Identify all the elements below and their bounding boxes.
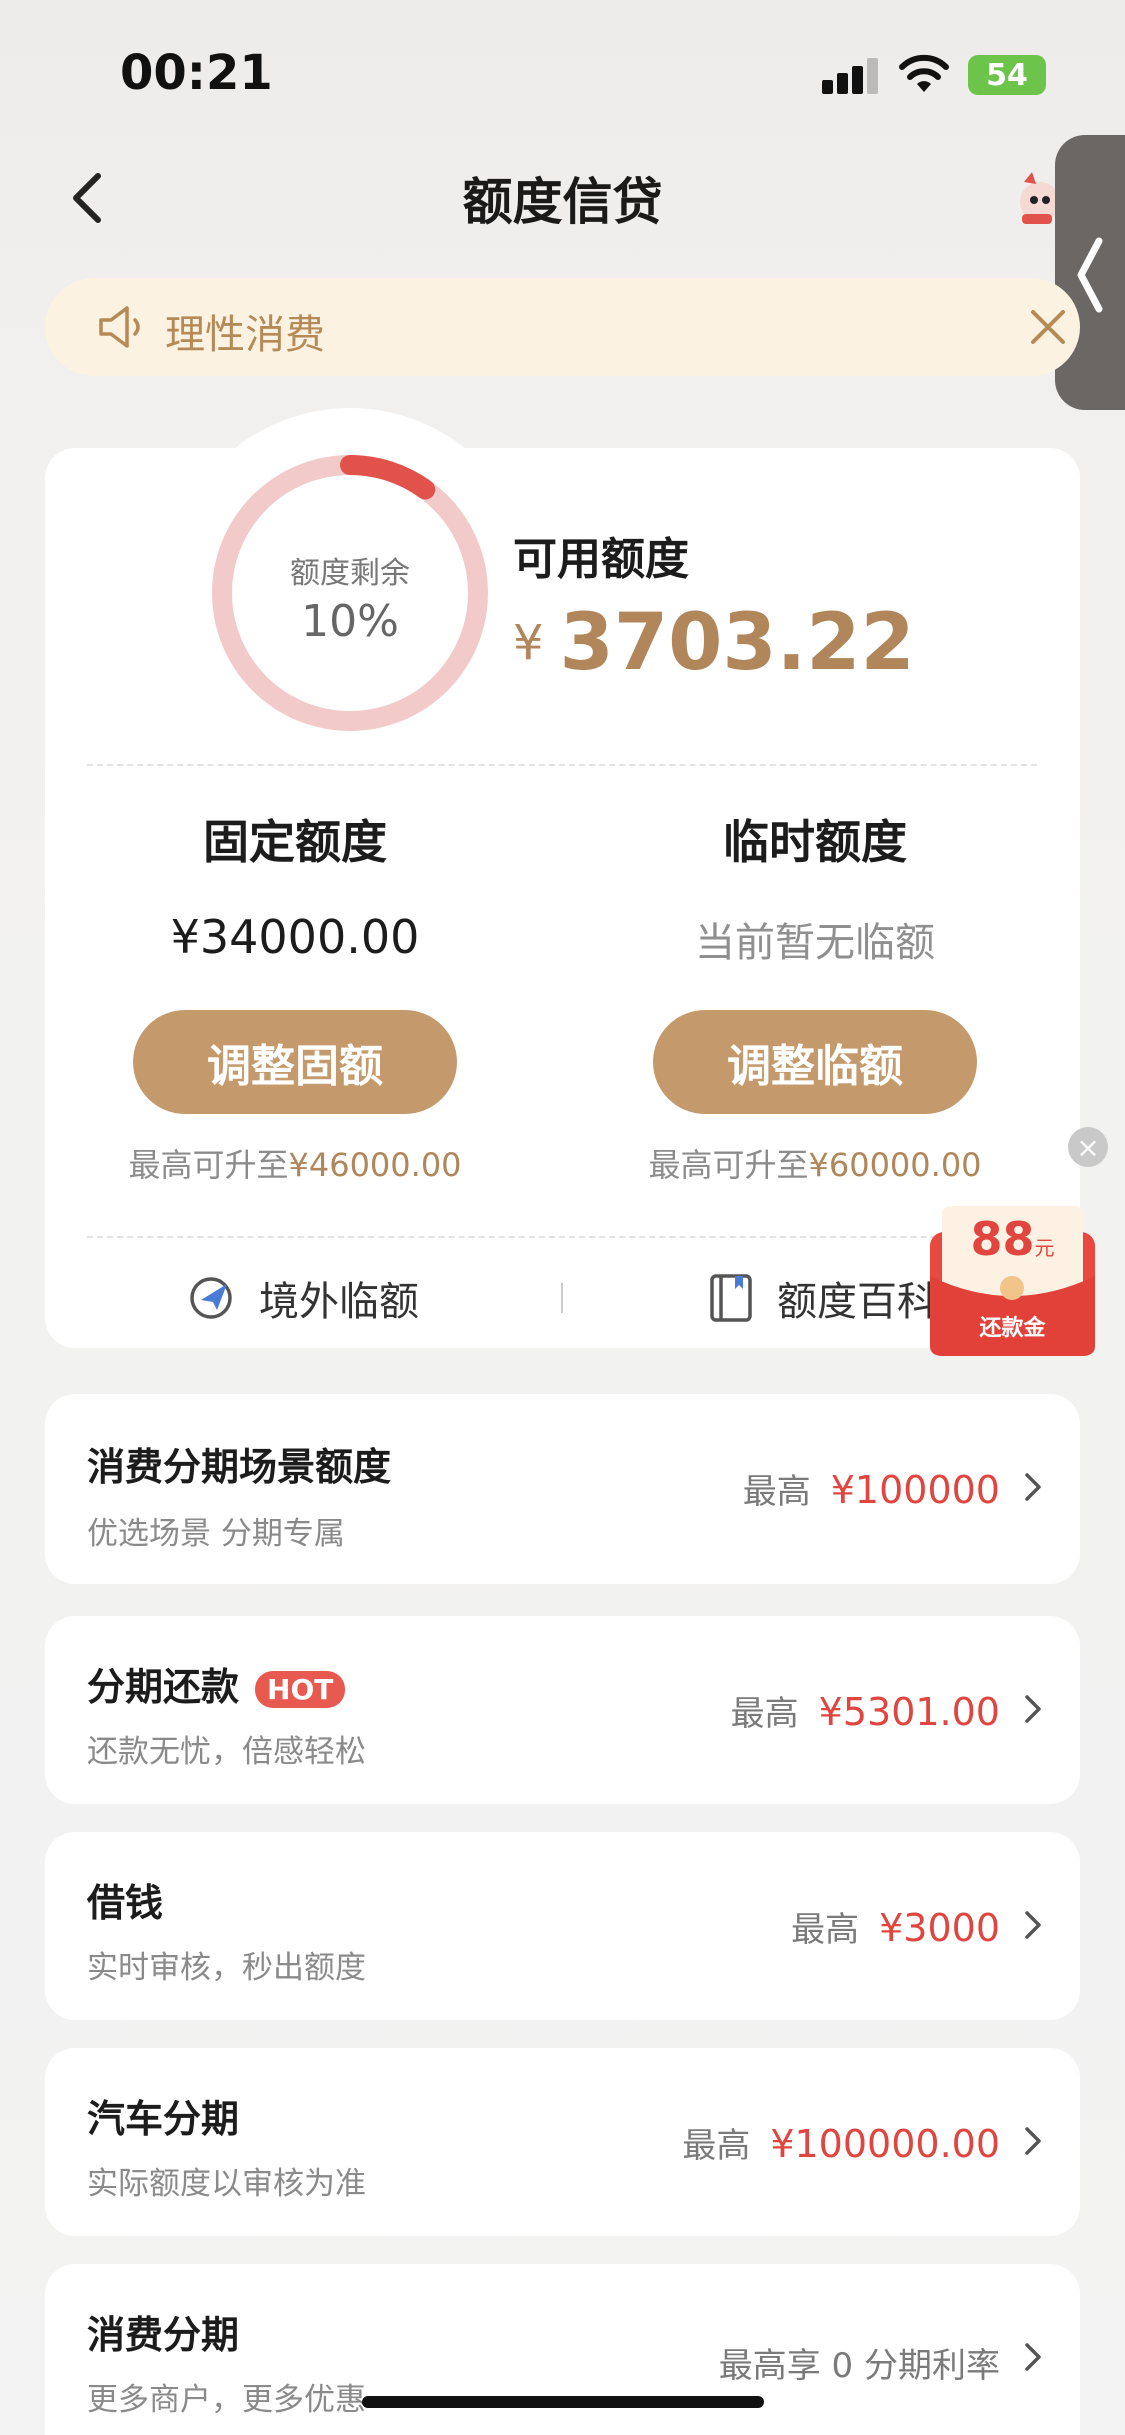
list-item-consumer-installment[interactable]: 消费分期 更多商户，更多优惠 最高享 0 分期利率 bbox=[45, 2264, 1080, 2435]
list-item-subtitle: 实时审核，秒出额度 bbox=[87, 1950, 366, 1986]
fixed-limit-section: 固定额度 ¥34000.00 调整固额 最高可升至¥46000.00 bbox=[95, 806, 495, 1186]
side-drawer-tab[interactable] bbox=[1055, 135, 1125, 410]
list-item-title: 消费分期 bbox=[87, 2313, 240, 2357]
list-item-amount: ¥5301.00 bbox=[818, 1690, 1000, 1734]
notice-text: 理性消费 bbox=[165, 312, 325, 358]
chevron-right-icon bbox=[1025, 2343, 1041, 2371]
list-item-prefix: 最高享 0 分期利率 bbox=[718, 2346, 1000, 2386]
list-item-prefix: 最高 bbox=[682, 2126, 751, 2166]
ring-value: 10% bbox=[301, 596, 399, 647]
status-bar: 00:21 54 bbox=[0, 0, 1125, 140]
available-label: 可用额度 bbox=[513, 534, 689, 585]
chevron-right-icon bbox=[1025, 1473, 1041, 1501]
red-packet-amount: 88元 bbox=[930, 1212, 1095, 1266]
plane-icon bbox=[190, 1277, 232, 1319]
hint-prefix: 最高可升至 bbox=[648, 1146, 809, 1184]
fixed-limit-hint: 最高可升至¥46000.00 bbox=[95, 1140, 495, 1186]
page-title: 额度信贷 bbox=[462, 173, 663, 231]
temporary-limit-value: 当前暂无临额 bbox=[695, 920, 935, 966]
list-item-title: 消费分期场景额度 bbox=[87, 1445, 392, 1489]
list-item-subtitle: 还款无忧，倍感轻松 bbox=[87, 1734, 366, 1770]
limit-wiki-link[interactable]: 额度百科 bbox=[709, 1268, 937, 1328]
remaining-ring: 额度剩余 10% bbox=[165, 408, 535, 778]
list-item-borrow-money[interactable]: 借钱 实时审核，秒出额度 最高 ¥3000 bbox=[45, 1832, 1080, 2020]
signal-icon bbox=[822, 58, 878, 94]
remaining-ring-chart bbox=[212, 455, 488, 731]
hint-amount: ¥46000.00 bbox=[288, 1146, 462, 1184]
list-item-subtitle: 实际额度以审核为准 bbox=[87, 2166, 366, 2202]
temporary-limit-section: 临时额度 当前暂无临额 调整临额 最高可升至¥60000.00 bbox=[615, 806, 1015, 1186]
list-item-amount: ¥100000.00 bbox=[770, 2122, 1000, 2166]
close-icon[interactable] bbox=[1025, 304, 1071, 350]
hot-badge: HOT bbox=[255, 1671, 346, 1708]
home-indicator bbox=[362, 2396, 764, 2408]
red-packet-label: 还款金 bbox=[979, 1316, 1046, 1341]
fixed-limit-value: ¥34000.00 bbox=[170, 910, 420, 964]
overseas-limit-label: 境外临额 bbox=[259, 1279, 419, 1325]
wifi-icon bbox=[899, 54, 949, 92]
speaker-icon bbox=[99, 306, 140, 348]
notice-bar[interactable]: 理性消费 bbox=[45, 278, 1080, 376]
list-item-value: 最高享 0 分期利率 bbox=[719, 2338, 1000, 2387]
chevron-left-icon bbox=[1077, 237, 1103, 313]
list-item-subtitle: 优选场景 分期专属 bbox=[87, 1516, 345, 1552]
adjust-temporary-button[interactable]: 调整临额 bbox=[653, 1010, 977, 1114]
nav-bar: 额度信贷 bbox=[0, 140, 1125, 250]
adjust-fixed-button[interactable]: 调整固额 bbox=[133, 1010, 457, 1114]
book-icon bbox=[710, 1274, 752, 1322]
overseas-limit-link[interactable]: 境外临额 bbox=[187, 1268, 419, 1328]
list-item-value: 最高 ¥100000.00 bbox=[682, 2118, 1000, 2167]
credit-card: 额度剩余 10% 可用额度 ¥3703.22 固定额度 ¥34000.00 调整… bbox=[45, 408, 1080, 1348]
chevron-right-icon bbox=[1025, 1695, 1041, 1723]
list-item-subtitle: 更多商户，更多优惠 bbox=[87, 2382, 366, 2418]
list-item-prefix: 最高 bbox=[791, 1910, 860, 1950]
list-item-amount: ¥100000 bbox=[830, 1468, 1000, 1512]
list-item-car-installment[interactable]: 汽车分期 实际额度以审核为准 最高 ¥100000.00 bbox=[45, 2048, 1080, 2236]
mascot-icon[interactable] bbox=[1010, 170, 1060, 230]
available-amount-value: 3703.22 bbox=[559, 598, 915, 688]
list-item-title: 分期还款 HOT bbox=[87, 1656, 346, 1711]
divider bbox=[87, 1236, 1037, 1238]
chevron-right-icon bbox=[1025, 2127, 1041, 2155]
available-amount: ¥3703.22 bbox=[513, 598, 915, 688]
status-time: 00:21 bbox=[120, 45, 273, 101]
list-item-prefix: 最高 bbox=[742, 1472, 811, 1512]
hint-prefix: 最高可升至 bbox=[128, 1146, 289, 1184]
temporary-limit-hint: 最高可升至¥60000.00 bbox=[615, 1140, 1015, 1186]
chevron-right-icon bbox=[1025, 1911, 1041, 1939]
currency-symbol: ¥ bbox=[513, 615, 544, 671]
red-packet-close-icon[interactable]: × bbox=[1068, 1127, 1108, 1167]
hint-amount: ¥60000.00 bbox=[808, 1146, 982, 1184]
list-item-title: 汽车分期 bbox=[87, 2097, 240, 2141]
temporary-limit-title: 临时额度 bbox=[723, 815, 907, 869]
red-packet-unit: 元 bbox=[1034, 1236, 1055, 1260]
red-packet[interactable]: 88元 还款金 bbox=[930, 1206, 1095, 1356]
list-item-installment-repayment[interactable]: 分期还款 HOT 还款无忧，倍感轻松 最高 ¥5301.00 bbox=[45, 1616, 1080, 1804]
battery-icon: 54 bbox=[968, 55, 1046, 95]
list-item-value: 最高 ¥5301.00 bbox=[731, 1686, 1000, 1735]
list-item-value: 最高 ¥100000 bbox=[743, 1464, 1000, 1513]
limit-wiki-label: 额度百科 bbox=[777, 1279, 937, 1325]
list-item-value: 最高 ¥3000 bbox=[791, 1902, 1000, 1951]
list-item-prefix: 最高 bbox=[730, 1694, 799, 1734]
ring-label: 额度剩余 bbox=[290, 556, 410, 591]
divider bbox=[87, 764, 1037, 766]
list-item-title-text: 分期还款 bbox=[87, 1665, 240, 1709]
fixed-limit-title: 固定额度 bbox=[203, 815, 387, 869]
list-item-consumer-scene-limit[interactable]: 消费分期场景额度 优选场景 分期专属 最高 ¥100000 bbox=[45, 1394, 1080, 1584]
list-item-amount: ¥3000 bbox=[879, 1906, 1000, 1950]
list-item-title: 借钱 bbox=[87, 1881, 164, 1925]
red-packet-value: 88 bbox=[970, 1212, 1035, 1266]
footer-divider bbox=[561, 1283, 563, 1313]
